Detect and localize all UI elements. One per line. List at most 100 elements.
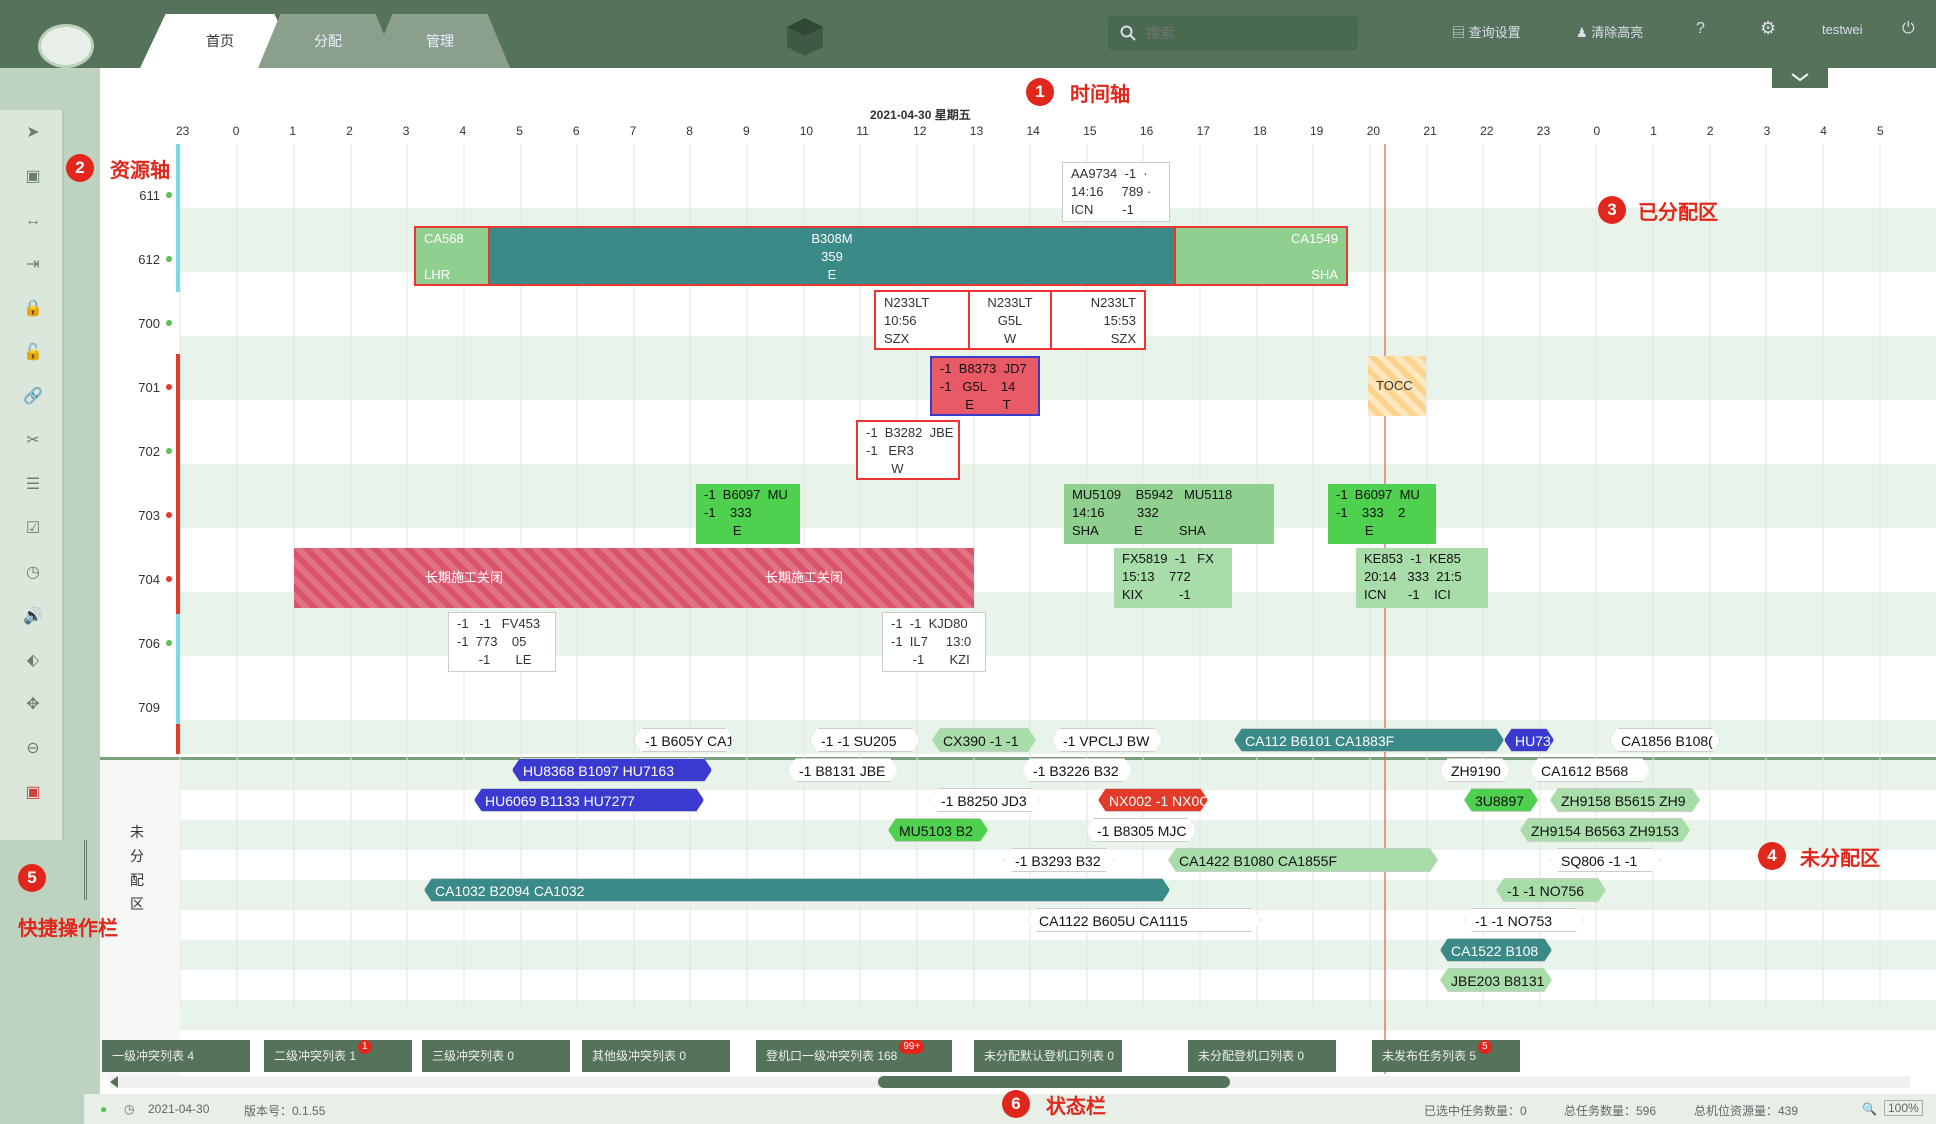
conflict-list-tab-label: 未分配登机口列表 0 [1198,1049,1305,1063]
search-box[interactable] [1108,16,1358,50]
unassigned-flight-bar[interactable]: HU8368 B1097 HU7163 [512,758,712,782]
drag-handle-icon[interactable] [84,840,100,900]
power-icon[interactable]: ⏻ [1902,20,1915,38]
username[interactable]: testwei [1822,22,1862,37]
unassigned-flight-bar[interactable]: -1 B605Y CA1 [634,728,734,752]
unassigned-flight-bar[interactable]: -1 B8250 JD3 [930,788,1040,812]
closure-block[interactable]: 长期施工关闭 [634,548,974,608]
tocc-block[interactable]: TOCC [1368,356,1426,416]
count-badge: 5 [1478,1040,1492,1054]
flight-bar[interactable]: N233LT 15:53 SZX [1050,290,1146,350]
conflict-list-tab[interactable]: 其他级冲突列表 0 [582,1040,730,1072]
flight-bar[interactable]: -1 B6097 MU -1 333 2 E [1328,484,1436,544]
tag-icon[interactable]: ⬖ [22,650,44,672]
query-settings-button[interactable]: ▤ 查询设置 [1452,22,1521,41]
link-icon[interactable]: 🔗 [22,386,44,408]
conflict-list-tab[interactable]: 二级冲突列表 11 [264,1040,412,1072]
resource-status-dot [166,192,172,198]
zoom-icon[interactable]: 🔍 [1862,1102,1877,1116]
conflict-list-tab[interactable]: 登机口一级冲突列表 16899+ [756,1040,952,1072]
unassigned-flight-bar[interactable]: CA112 B6101 CA1883F [1234,728,1504,752]
annotation-marker: 6 [1002,1090,1030,1118]
unlock-icon[interactable]: 🔓 [22,342,44,364]
speaker-icon[interactable]: 🔊 [22,606,44,628]
timeline-hour-label: 23 [1536,124,1551,138]
resource-label: 704 [138,572,160,587]
unassigned-flight-bar[interactable]: -1 -1 NO753 [1464,908,1584,932]
flight-bar[interactable]: -1 -1 KJD80 -1 IL7 13:0 -1 KZI [882,612,986,672]
timeline-hour-label: 3 [402,124,410,138]
flight-bar[interactable]: N233LT G5L W [970,290,1050,350]
image-cancel-icon[interactable]: ▣ [22,166,44,188]
gear-icon[interactable]: ⚙ [1760,18,1776,39]
image-error-icon[interactable]: ▣ [22,782,44,804]
flight-bar[interactable]: -1 B8373 JD7 -1 G5L 14 E T [930,356,1040,416]
list-icon[interactable]: ☰ [22,474,44,496]
conflict-list-tab[interactable]: 未分配默认登机口列表 0 [974,1040,1122,1072]
unassigned-flight-bar[interactable]: CA1122 B605U CA1115 [1028,908,1260,932]
flight-bar[interactable]: -1 B3282 JBE -1 ER3 W [856,420,960,480]
lock-icon[interactable]: 🔒 [22,298,44,320]
minus-circle-icon[interactable]: ⊖ [22,738,44,760]
unassigned-flight-bar[interactable]: CA1856 B108( [1610,728,1720,752]
unassigned-flight-bar[interactable]: CA1612 B568 [1530,758,1650,782]
conflict-list-tab[interactable]: 三级冲突列表 0 [422,1040,570,1072]
closure-block[interactable]: 长期施工关闭 [294,548,634,608]
flight-bar[interactable]: FX5819 -1 FX 15:13 772 KIX -1 [1114,548,1232,608]
move-icon[interactable]: ✥ [22,694,44,716]
expand-horizontal-icon[interactable]: ↔ [22,210,44,232]
conflict-list-tab[interactable]: 未发布任务列表 55 [1372,1040,1520,1072]
send-icon[interactable]: ➤ [22,122,44,144]
flight-bar[interactable]: N233LT 10:56 SZX [874,290,970,350]
flight-bar[interactable]: CA1549 SHA [1174,226,1348,286]
flight-bar[interactable]: B308M 359 E [490,226,1174,286]
flight-bar[interactable]: -1 -1 FV453 -1 773 05 -1 LE [448,612,556,672]
unassigned-flight-bar[interactable]: 3U8897 [1464,788,1538,812]
annotation-label: 快捷操作栏 [18,918,118,940]
unassigned-flight-bar[interactable]: CX390 -1 -1 [932,728,1036,752]
user-pin-icon: ♟ [1576,25,1592,40]
unassigned-flight-bar[interactable]: ZH9190 [1440,758,1510,782]
conflict-list-tab[interactable]: 一级冲突列表 4 [102,1040,250,1072]
resource-label: 611 [139,188,160,203]
tab-manage[interactable]: 管理 [370,14,510,68]
unassigned-flight-bar[interactable]: SQ806 -1 -1 [1550,848,1660,872]
unassigned-flight-bar[interactable]: -1 VPCLJ BW [1052,728,1162,752]
unassigned-flight-bar[interactable]: CA1522 B108 [1440,938,1552,962]
unassigned-flight-bar[interactable]: -1 -1 NO756 [1496,878,1606,902]
unassigned-flight-bar[interactable]: MU5103 B2 [888,818,988,842]
unassigned-flight-bar[interactable]: ZH9154 B6563 ZH9153 [1520,818,1690,842]
flight-bar[interactable]: MU5109 B5942 MU5118 14:16 332 SHA E SHA [1064,484,1274,544]
unassigned-flight-bar[interactable]: JBE203 B8131 [1440,968,1552,992]
flight-bar[interactable]: -1 B6097 MU -1 333 E [696,484,800,544]
help-icon[interactable]: ? [1696,20,1705,38]
unassigned-flight-bar[interactable]: NX002 -1 NX0C [1098,788,1208,812]
flight-bar[interactable]: KE853 -1 KE85 20:14 333 21:5 ICN -1 ICI [1356,548,1488,608]
check-icon[interactable]: ☑ [22,518,44,540]
clock-icon[interactable]: ◷ [22,562,44,584]
conflict-list-tab-label: 三级冲突列表 0 [432,1049,515,1063]
collapse-horizontal-icon[interactable]: ⇥ [22,254,44,276]
unassigned-flight-bar[interactable]: -1 B3293 B32 [1004,848,1114,872]
unassigned-flight-bar[interactable]: HU6069 B1133 HU7277 [474,788,704,812]
search-input[interactable] [1146,22,1346,44]
resource-label: 701 [138,380,160,395]
unassigned-flight-bar[interactable]: -1 B3226 B32 [1022,758,1132,782]
unassigned-flight-bar[interactable]: ZH9158 B5615 ZH9 [1550,788,1700,812]
flight-bar[interactable]: AA9734 -1 · 14:16 789 · ICN -1 [1062,162,1170,222]
unassigned-flight-bar[interactable]: CA1422 B1080 CA1855F [1168,848,1438,872]
unassigned-flight-bar[interactable]: -1 B8305 MJC [1086,818,1196,842]
annotation-label: 状态栏 [1046,1096,1106,1118]
zoom-level[interactable]: 100% [1884,1100,1923,1116]
unassigned-flight-bar[interactable]: CA1032 B2094 CA1032 [424,878,1170,902]
status-date: 2021-04-30 [148,1102,210,1116]
clear-highlight-button[interactable]: ♟ 清除高亮 [1576,22,1643,41]
unlink-icon[interactable]: ✂ [22,430,44,452]
cube-icon[interactable] [784,16,826,58]
timeline-hours: 23 0 1 2 3 4 5 6 7 8 9 10 11 12 13 14 15 16 17 18 19 20 21 22 23… [176,124,1936,140]
flight-bar[interactable]: CA568 LHR [414,226,490,286]
unassigned-flight-bar[interactable]: -1 B8131 JBE [788,758,898,782]
unassigned-flight-bar[interactable]: -1 -1 SU205 [810,728,920,752]
conflict-list-tab[interactable]: 未分配登机口列表 0 [1188,1040,1336,1072]
unassigned-flight-bar[interactable]: HU73 [1504,728,1554,752]
